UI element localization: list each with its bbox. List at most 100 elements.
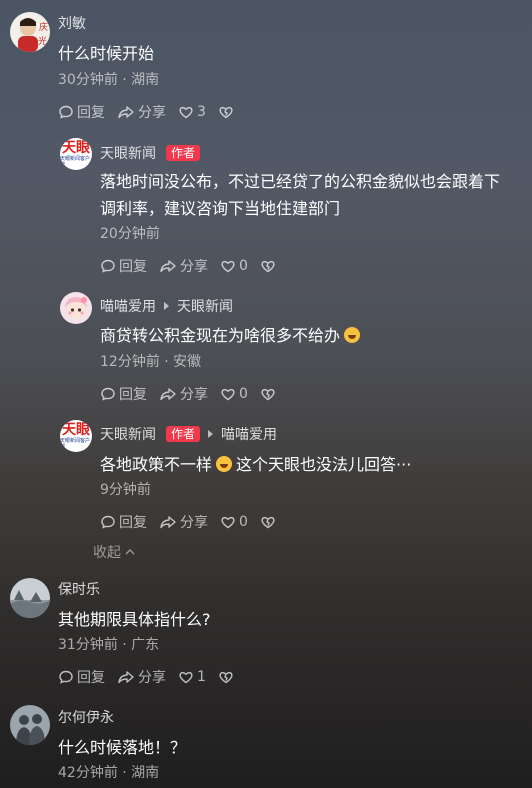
reply-text-line: 落地时间没公布，不过已经贷了的公积金貌似也会跟着下	[100, 172, 501, 191]
avatar[interactable]	[10, 705, 50, 745]
chevron-up-icon	[125, 549, 135, 555]
comment-text: 什么时候开始	[58, 44, 155, 63]
collapse-label: 收起	[93, 545, 121, 561]
reply-meta: 9分钟前	[100, 482, 151, 498]
reply-meta: 20分钟前	[100, 226, 160, 242]
tianyan-logo: 天眼 天眼新闻客户端	[60, 420, 92, 452]
like-button[interactable]: 0	[220, 258, 248, 274]
comment-meta: 42分钟前 · 湖南	[58, 765, 160, 781]
avatar[interactable]: 庆 光	[10, 12, 50, 52]
reply-label: 回复	[77, 105, 105, 121]
share-button[interactable]: 分享	[159, 256, 208, 276]
like-count: 0	[239, 258, 248, 274]
dislike-button[interactable]	[218, 104, 234, 120]
reply-to-user[interactable]: 喵喵爱用	[221, 424, 277, 444]
comment-meta: 31分钟前 · 广东	[58, 637, 160, 653]
reply-button[interactable]: 回复	[58, 102, 105, 122]
laughing-emoji-icon	[344, 327, 361, 343]
username-text[interactable]: 尔何伊永	[58, 707, 114, 727]
speech-bubble-icon	[101, 515, 115, 529]
laughing-emoji-icon	[216, 456, 233, 472]
collapse-replies-button[interactable]: 收起	[93, 542, 136, 562]
speech-bubble-icon	[101, 387, 115, 401]
username-text[interactable]: 保时乐	[58, 579, 100, 599]
share-button[interactable]: 分享	[159, 512, 208, 532]
broken-heart-icon	[261, 260, 275, 273]
dislike-button[interactable]	[260, 514, 276, 530]
reply-text-part: 这个天眼也没法儿回答···	[236, 455, 412, 474]
share-arrow-icon	[118, 106, 134, 119]
heart-icon	[221, 516, 235, 529]
username[interactable]: 喵喵爱用 天眼新闻	[100, 296, 233, 316]
reply-text: 落地时间没公布，不过已经贷了的公积金貌似也会跟着下 调利率，建议咨询下当地住建部…	[100, 168, 500, 222]
username[interactable]: 尔何伊永	[58, 707, 114, 727]
like-count: 1	[197, 669, 206, 685]
share-label: 分享	[180, 259, 208, 275]
reply-label: 回复	[119, 259, 147, 275]
action-bar: 回复 分享 0	[100, 256, 288, 276]
broken-heart-icon	[219, 106, 233, 119]
logo-sub-text: 天眼新闻客户端	[60, 437, 91, 450]
share-arrow-icon	[160, 388, 176, 401]
broken-heart-icon	[219, 671, 233, 684]
speech-bubble-icon	[59, 670, 73, 684]
like-button[interactable]: 0	[220, 386, 248, 402]
avatar[interactable]: 天眼 天眼新闻客户端	[60, 138, 92, 170]
speech-bubble-icon	[101, 259, 115, 273]
username-text[interactable]: 天眼新闻	[100, 143, 156, 163]
reply-to-user[interactable]: 天眼新闻	[177, 296, 233, 316]
share-label: 分享	[138, 105, 166, 121]
like-button[interactable]: 3	[178, 104, 206, 120]
logo-sub-text: 天眼新闻客户端	[60, 155, 91, 168]
author-badge: 作者	[166, 145, 201, 161]
username[interactable]: 天眼新闻 作者	[100, 143, 201, 163]
dislike-button[interactable]	[260, 258, 276, 274]
reply-text-part: 各地政策不一样	[100, 455, 213, 474]
username-text[interactable]: 刘敏	[58, 13, 86, 33]
reply-text: 商贷转公积金现在为啥很多不给办	[100, 322, 364, 349]
username[interactable]: 天眼新闻 作者 喵喵爱用	[100, 424, 277, 444]
dislike-button[interactable]	[218, 669, 234, 685]
broken-heart-icon	[261, 388, 275, 401]
share-button[interactable]: 分享	[117, 667, 166, 687]
svg-text:庆: 庆	[39, 21, 48, 33]
reply-meta: 12分钟前 · 安徽	[100, 354, 202, 370]
comment-meta: 30分钟前 · 湖南	[58, 72, 160, 88]
broken-heart-icon	[261, 516, 275, 529]
action-bar: 回复 分享 0	[100, 512, 288, 532]
logo-main-text: 天眼	[62, 421, 90, 438]
reply-text: 各地政策不一样 这个天眼也没法儿回答···	[100, 451, 411, 478]
like-count: 0	[239, 386, 248, 402]
tianyan-logo: 天眼 天眼新闻客户端	[60, 138, 92, 170]
reply-to-arrow-icon	[164, 302, 169, 310]
dislike-button[interactable]	[260, 386, 276, 402]
reply-label: 回复	[119, 515, 147, 531]
avatar[interactable]	[10, 578, 50, 618]
action-bar: 回复 分享 0	[100, 384, 288, 404]
reply-button[interactable]: 回复	[100, 512, 147, 532]
share-button[interactable]: 分享	[159, 384, 208, 404]
reply-button[interactable]: 回复	[100, 384, 147, 404]
share-button[interactable]: 分享	[117, 102, 166, 122]
username[interactable]: 保时乐	[58, 579, 100, 599]
username[interactable]: 刘敏	[58, 13, 86, 33]
like-button[interactable]: 1	[178, 669, 206, 685]
heart-icon	[179, 106, 193, 119]
like-count: 0	[239, 514, 248, 530]
svg-text:光: 光	[38, 35, 47, 47]
share-label: 分享	[180, 387, 208, 403]
reply-label: 回复	[77, 670, 105, 686]
reply-to-arrow-icon	[208, 430, 214, 438]
share-label: 分享	[180, 515, 208, 531]
avatar[interactable]: 天眼 天眼新闻客户端	[60, 420, 92, 452]
reply-button[interactable]: 回复	[58, 667, 105, 687]
username-text[interactable]: 喵喵爱用	[100, 296, 156, 316]
heart-icon	[179, 671, 193, 684]
username-text[interactable]: 天眼新闻	[100, 424, 156, 444]
speech-bubble-icon	[59, 105, 73, 119]
like-button[interactable]: 0	[220, 514, 248, 530]
reply-button[interactable]: 回复	[100, 256, 147, 276]
comment-text: 什么时候落地！？	[58, 738, 187, 757]
avatar[interactable]	[60, 292, 92, 324]
share-arrow-icon	[160, 516, 176, 529]
